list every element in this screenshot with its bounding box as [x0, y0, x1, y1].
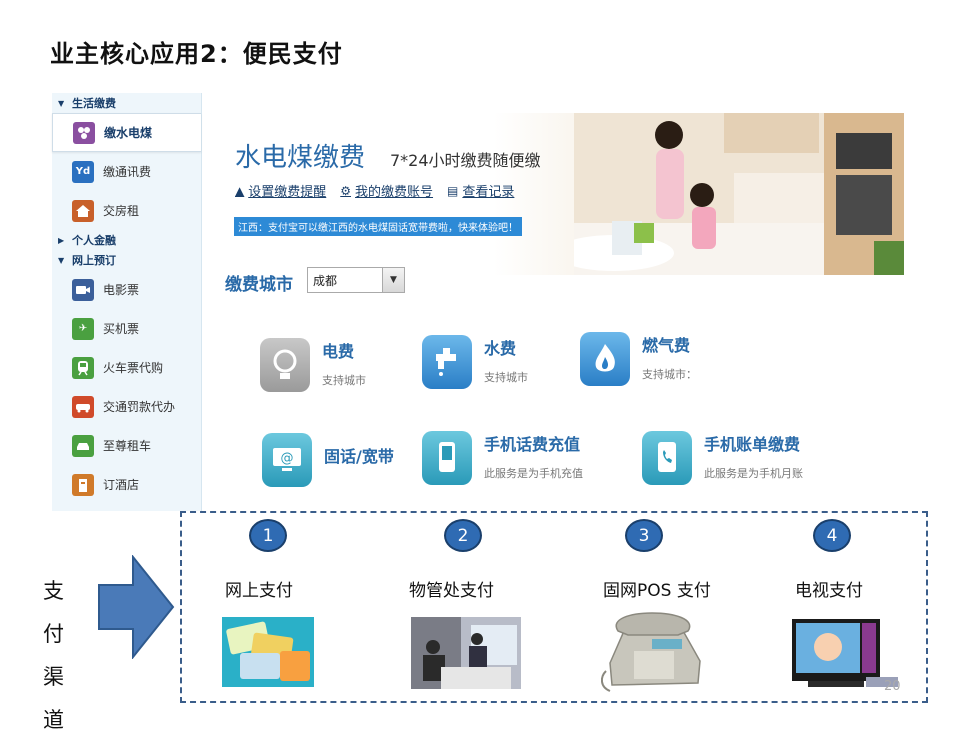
telephone-image [600, 612, 701, 692]
slide-title: 业主核心应用2：便民支付 [50, 40, 343, 68]
chevron-right-icon: ▶ [58, 235, 65, 245]
sidebar-item-hotel[interactable]: 订酒店 [52, 465, 201, 504]
lightbulb-icon [260, 338, 310, 392]
my-accounts-link[interactable]: ⚙ 我的缴费账号 [340, 181, 434, 201]
sidebar-item-telecom[interactable]: Yd 缴通讯费 [52, 152, 201, 191]
sidebar-item-train[interactable]: 火车票代购 [52, 348, 201, 387]
sidebar-item-car-rental[interactable]: 至尊租车 [52, 426, 201, 465]
traffic-fine-icon [72, 395, 94, 418]
sidebar-section-personal-finance[interactable]: ▶ 个人金融 [52, 230, 201, 250]
service-electricity[interactable]: 电费 支持城市 [260, 338, 366, 392]
sidebar-item-utilities[interactable]: 缴水电煤 [52, 113, 201, 152]
service-title: 手机账单缴费 [704, 435, 801, 454]
sidebar-item-label: 交房租 [103, 204, 140, 218]
sidebar-item-house-rent[interactable]: 交房租 [52, 191, 201, 230]
channel-label: 网上支付 [225, 581, 293, 601]
arrow-right-icon [98, 555, 175, 659]
chevron-down-icon: ▼ [58, 98, 65, 108]
car-icon [72, 434, 94, 457]
service-desc: 支持城市 [484, 371, 528, 384]
property-office-image [411, 617, 521, 689]
service-landline-broadband[interactable]: @ 固话/宽带 [262, 433, 394, 487]
sidebar-item-label: 缴通讯费 [103, 165, 152, 179]
service-gas[interactable]: 燃气费 支持城市： [580, 332, 697, 386]
bank-cards-image [222, 617, 314, 687]
service-desc: 支持城市 [322, 374, 366, 387]
gear-icon: ⚙ [340, 183, 352, 198]
link-label: 查看记录 [462, 185, 515, 200]
banner: 水电煤缴费 7*24小时缴费随便缴 ▲ 设置缴费提醒 ⚙ 我的缴费账号 ▤ 查看… [220, 113, 904, 275]
chevron-down-icon[interactable]: ▼ [382, 268, 404, 292]
service-title: 电费 [322, 342, 355, 361]
sidebar-item-label: 买机票 [103, 322, 140, 336]
train-icon [72, 356, 94, 379]
sidebar-item-label: 火车票代购 [103, 361, 164, 375]
action-links: ▲ 设置缴费提醒 ⚙ 我的缴费账号 ▤ 查看记录 [235, 181, 515, 201]
page-title: 水电煤缴费 [235, 143, 366, 173]
set-reminder-link[interactable]: ▲ 设置缴费提醒 [235, 181, 327, 201]
utility-payment-panel: 水电煤缴费 7*24小时缴费随便缴 ▲ 设置缴费提醒 ⚙ 我的缴费账号 ▤ 查看… [210, 95, 910, 515]
at-sign-icon: @ [262, 433, 312, 487]
bell-icon: ▲ [235, 183, 245, 198]
plane-icon: ✈ [72, 317, 94, 340]
notice-banner[interactable]: 江西：支付宝可以缴江西的水电煤固话宽带费啦，快来体验吧！ [234, 217, 522, 236]
service-desc: 支持城市： [642, 368, 697, 381]
link-label: 设置缴费提醒 [248, 185, 327, 200]
payment-channels-box: 1 2 3 4 网上支付 物管处支付 固网POS 支付 电视支付 [180, 511, 928, 703]
channels-label: 支付渠道 [43, 579, 64, 732]
flame-icon [580, 332, 630, 386]
service-desc: 此服务是为手机充值 [484, 467, 583, 480]
movie-icon [72, 278, 94, 301]
service-desc: 此服务是为手机月账 [704, 467, 803, 480]
sidebar-section-label: 生活缴费 [72, 97, 116, 110]
service-title: 燃气费 [642, 336, 691, 355]
service-title: 手机话费充值 [484, 435, 581, 454]
sidebar-section-life-payment[interactable]: ▼ 生活缴费 [52, 93, 201, 113]
view-records-link[interactable]: ▤ 查看记录 [447, 181, 515, 201]
service-mobile-topup[interactable]: 手机话费充值 此服务是为手机充值 [422, 431, 583, 485]
sidebar: ▼ 生活缴费 缴水电煤 Yd 缴通讯费 交房租 ▶ 个人金融 ▼ 网上预订 电影… [52, 93, 202, 511]
page-subtitle: 7*24小时缴费随便缴 [390, 151, 541, 170]
faucet-icon [422, 335, 472, 389]
page-number: 20 [884, 679, 901, 694]
hotel-icon [72, 473, 94, 496]
city-select-value: 成都 [313, 273, 338, 288]
kitchen-family-image [574, 113, 904, 275]
channel-number: 2 [444, 519, 482, 552]
channel-number: 1 [249, 519, 287, 552]
document-icon: ▤ [447, 183, 459, 198]
sidebar-item-traffic-fine[interactable]: 交通罚款代办 [52, 387, 201, 426]
service-water[interactable]: 水费 支持城市 [422, 335, 528, 389]
service-title: 水费 [484, 339, 517, 358]
mobile-phone-icon [422, 431, 472, 485]
sidebar-item-label: 订酒店 [103, 478, 140, 492]
channel-number: 3 [625, 519, 663, 552]
sidebar-item-label: 电影票 [103, 283, 140, 297]
sidebar-section-label: 网上预订 [72, 254, 116, 267]
service-title: 固话/宽带 [324, 447, 394, 466]
city-select[interactable]: 成都 ▼ [307, 267, 405, 293]
channel-label: 物管处支付 [409, 581, 494, 601]
service-mobile-bill[interactable]: 手机账单缴费 此服务是为手机月账 [642, 431, 803, 485]
city-label: 缴费城市 [225, 275, 293, 295]
sidebar-item-movie[interactable]: 电影票 [52, 270, 201, 309]
sidebar-item-label: 至尊租车 [103, 439, 152, 453]
svg-text:@: @ [281, 451, 294, 466]
phone-call-icon [642, 431, 692, 485]
telecom-icon: Yd [72, 160, 94, 183]
sidebar-item-label: 交通罚款代办 [103, 400, 176, 414]
channel-label: 电视支付 [795, 581, 863, 601]
house-rent-icon [72, 199, 94, 222]
channel-number: 4 [813, 519, 851, 552]
sidebar-item-plane[interactable]: ✈ 买机票 [52, 309, 201, 348]
link-label: 我的缴费账号 [355, 185, 434, 200]
sidebar-item-label: 缴水电煤 [104, 126, 153, 140]
sidebar-section-online-booking[interactable]: ▼ 网上预订 [52, 250, 201, 270]
sidebar-section-label: 个人金融 [72, 234, 116, 247]
channel-label: 固网POS 支付 [603, 581, 711, 601]
chevron-down-icon: ▼ [58, 255, 65, 265]
utilities-icon [73, 121, 95, 144]
